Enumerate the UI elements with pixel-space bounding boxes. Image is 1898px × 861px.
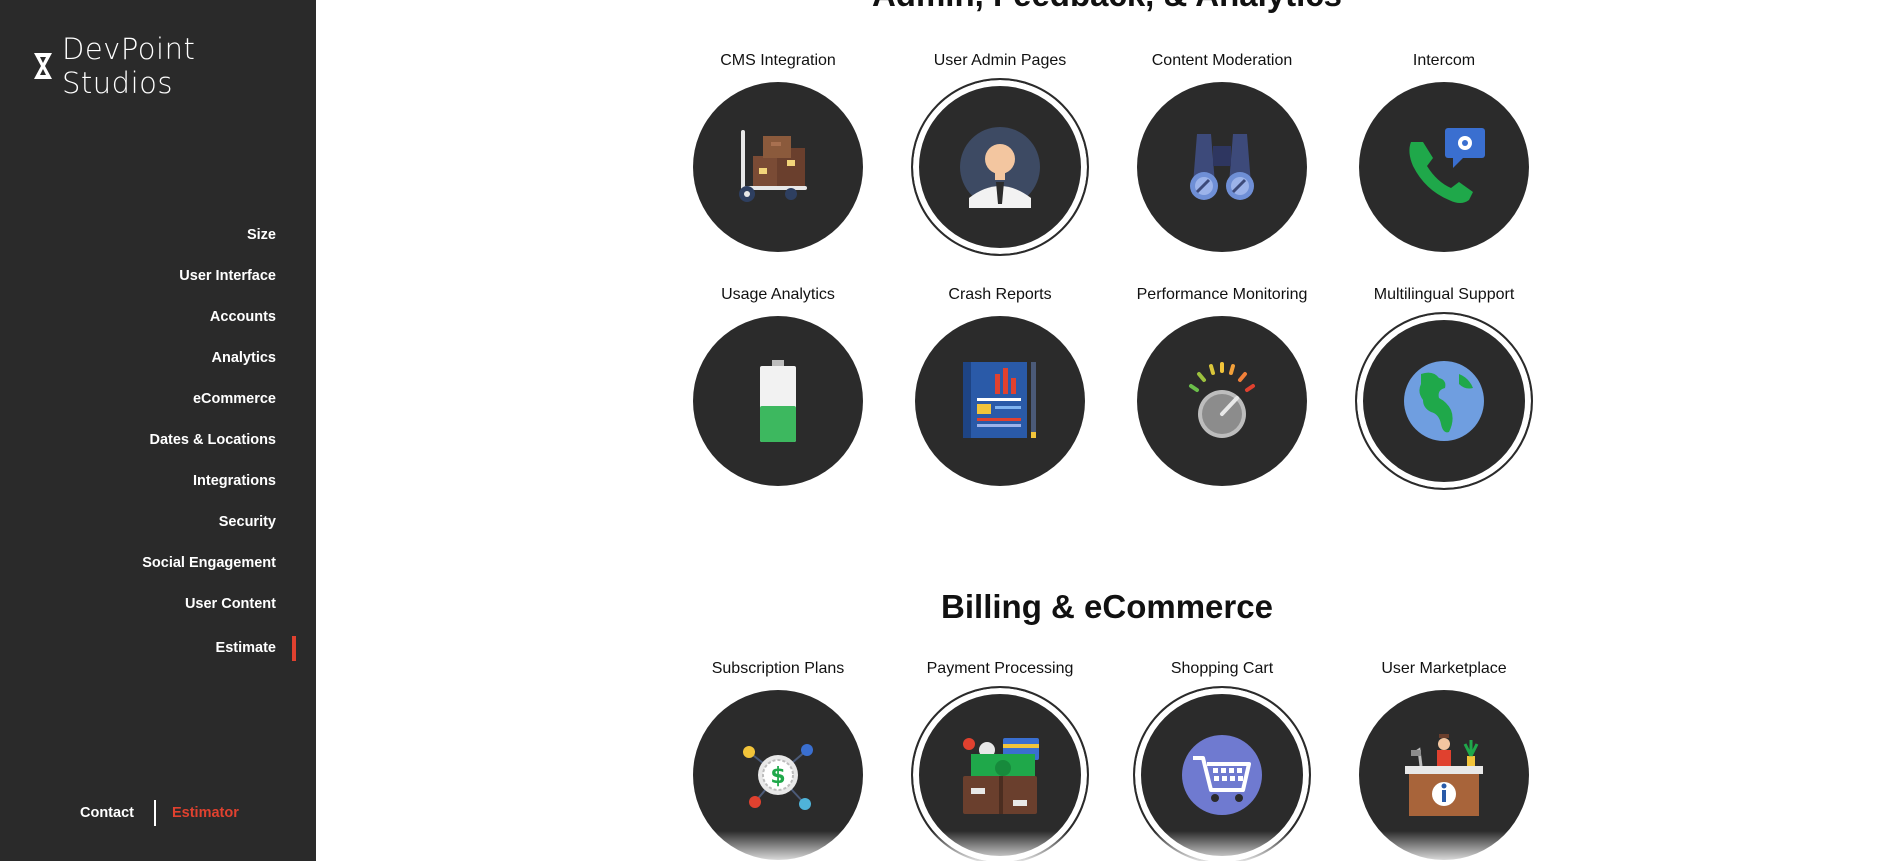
report-blueprint-icon [963, 362, 1036, 438]
globe-icon [1404, 361, 1484, 441]
nav-item-ecommerce[interactable]: eCommerce [142, 382, 276, 423]
nav-item-estimate[interactable]: Estimate [142, 631, 296, 672]
feature-label: Multilingual Support [1373, 286, 1515, 303]
phone-chat-icon [1409, 128, 1485, 203]
battery-icon [760, 360, 796, 442]
feature-circle[interactable] [1355, 312, 1533, 490]
feature-label: Intercom [1412, 52, 1476, 69]
nav-item-user-content[interactable]: User Content [142, 587, 276, 628]
nav-item-social-engagement[interactable]: Social Engagement [142, 546, 276, 587]
shopping-cart-icon [1182, 735, 1262, 815]
feature-payment-processing[interactable]: Payment Processing [880, 658, 1120, 861]
feature-circle[interactable] [693, 316, 863, 486]
feature-label: User Admin Pages [933, 52, 1067, 69]
nav-item-dates-locations[interactable]: Dates & Locations [142, 423, 277, 464]
feature-circle[interactable]: $ [693, 690, 863, 860]
main-content: Admin, Feedback, & Analytics CMS Integra… [316, 0, 1898, 861]
feature-user-marketplace[interactable]: User Marketplace [1324, 658, 1564, 860]
feature-circle[interactable] [911, 686, 1089, 861]
feature-label: Performance Monitoring [1136, 286, 1308, 303]
svg-text:$: $ [770, 764, 785, 789]
footer-divider [153, 800, 156, 826]
footer-links: Contact Estimator [80, 800, 239, 826]
feature-subscription-plans[interactable]: Subscription Plans $ [658, 658, 898, 860]
contact-link[interactable]: Contact [80, 805, 134, 821]
feature-label: Content Moderation [1151, 52, 1293, 69]
section-nav: Size User Interface Accounts Analytics e… [142, 218, 296, 672]
feature-label: CMS Integration [720, 52, 836, 69]
sidebar: DevPoint Studios Size User Interface Acc… [0, 0, 316, 861]
feature-usage-analytics[interactable]: Usage Analytics [658, 284, 898, 486]
nav-item-accounts[interactable]: Accounts [142, 300, 276, 341]
feature-circle[interactable] [1359, 690, 1529, 860]
estimator-link[interactable]: Estimator [172, 805, 239, 821]
devpoint-logo-icon [34, 53, 52, 79]
dollar-network-icon: $ [743, 744, 813, 810]
feature-label: Usage Analytics [721, 286, 835, 303]
wallet-cash-icon [963, 738, 1039, 814]
feature-content-moderation[interactable]: Content Moderation [1102, 50, 1342, 252]
nav-item-integrations[interactable]: Integrations [142, 464, 276, 505]
nav-item-security[interactable]: Security [142, 505, 276, 546]
feature-circle[interactable] [1133, 686, 1311, 861]
feature-circle[interactable] [1137, 82, 1307, 252]
feature-crash-reports[interactable]: Crash Reports [880, 284, 1120, 486]
feature-circle[interactable] [915, 316, 1085, 486]
feature-circle[interactable] [693, 82, 863, 252]
hand-truck-boxes-icon [739, 130, 807, 202]
brand-name: DevPoint Studios [62, 32, 196, 100]
feature-shopping-cart[interactable]: Shopping Cart [1102, 658, 1342, 861]
section-title-admin: Admin, Feedback, & Analytics [316, 0, 1898, 14]
feature-label: Payment Processing [926, 660, 1074, 677]
info-desk-icon [1405, 734, 1483, 816]
admin-user-icon [960, 127, 1040, 208]
section-title-billing: Billing & eCommerce [941, 588, 1273, 625]
feature-label: Crash Reports [948, 286, 1052, 303]
feature-circle[interactable] [911, 78, 1089, 256]
feature-circle[interactable] [1359, 82, 1529, 252]
nav-item-analytics[interactable]: Analytics [142, 341, 276, 382]
feature-label: Subscription Plans [711, 660, 845, 677]
feature-user-admin-pages[interactable]: User Admin Pages [880, 50, 1120, 256]
feature-performance-monitoring[interactable]: Performance Monitoring [1102, 284, 1342, 486]
feature-label: User Marketplace [1381, 660, 1507, 677]
feature-cms-integration[interactable]: CMS Integration [658, 50, 898, 252]
nav-item-size[interactable]: Size [142, 218, 276, 259]
feature-label: Shopping Cart [1170, 660, 1274, 677]
feature-intercom[interactable]: Intercom [1324, 50, 1564, 252]
brand-logo[interactable]: DevPoint Studios [32, 32, 316, 100]
binoculars-icon [1190, 134, 1254, 200]
feature-multilingual-support[interactable]: Multilingual Support [1324, 284, 1564, 490]
gauge-dial-icon [1189, 362, 1255, 438]
feature-circle[interactable] [1137, 316, 1307, 486]
nav-item-user-interface[interactable]: User Interface [142, 259, 276, 300]
